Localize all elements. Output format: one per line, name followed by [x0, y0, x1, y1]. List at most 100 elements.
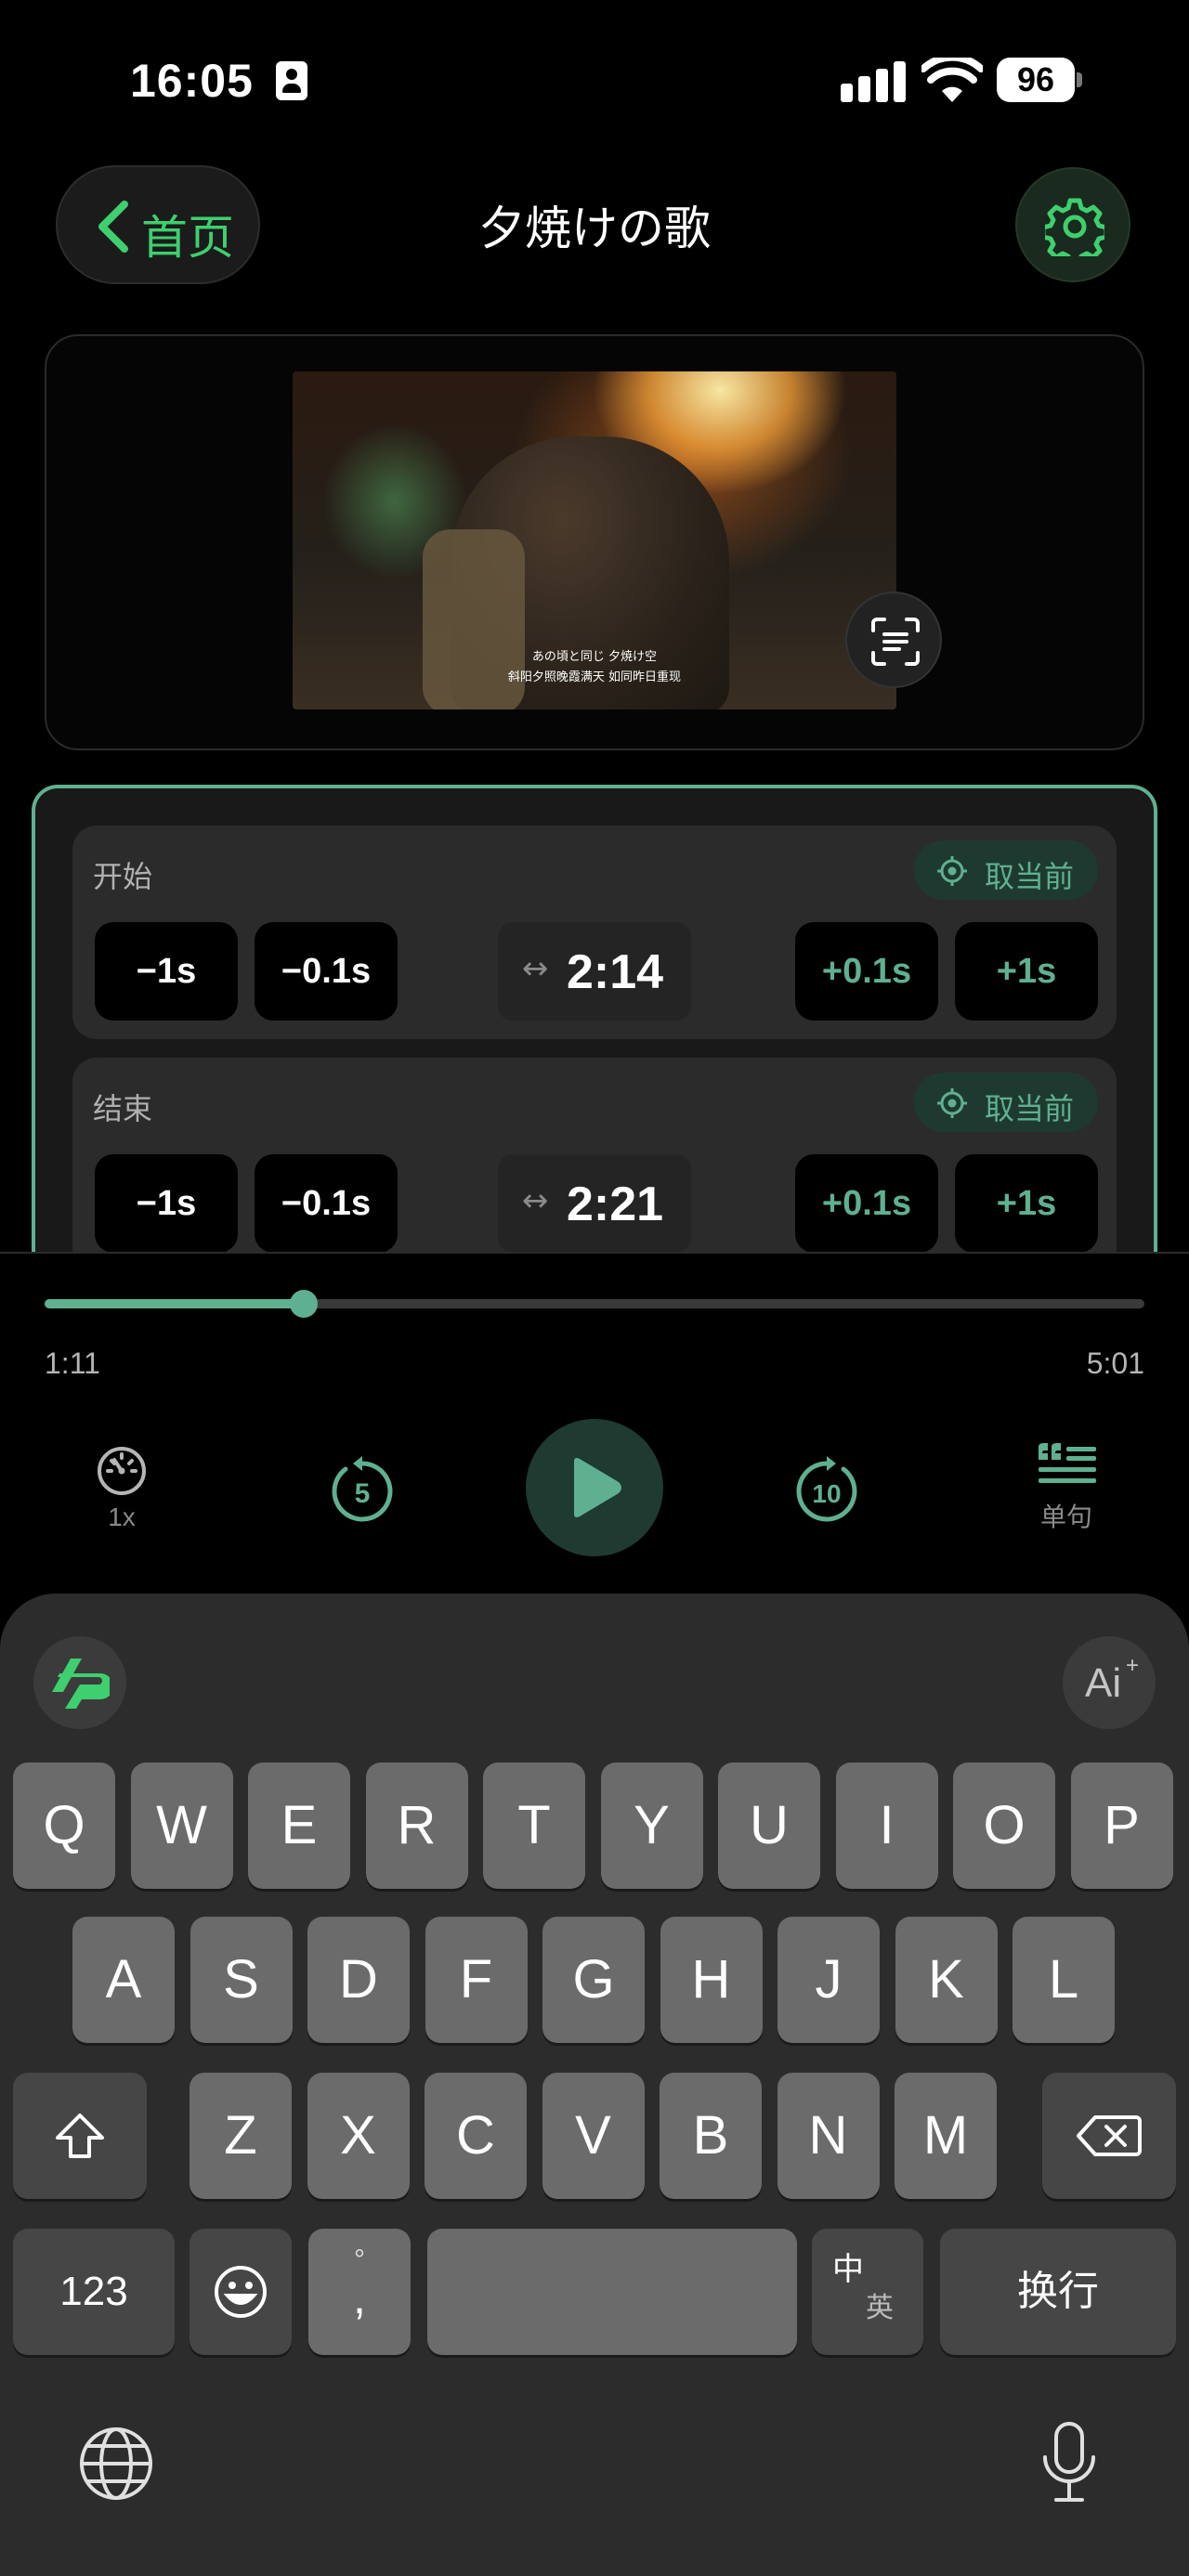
lang-top: 中	[832, 2251, 864, 2288]
key-y[interactable]: Y	[600, 1763, 703, 1889]
end-plus-0.1s-button[interactable]: +0.1s	[795, 1154, 938, 1253]
key-d[interactable]: D	[307, 1917, 410, 2043]
settings-button[interactable]	[1015, 167, 1130, 282]
keyboard-app-logo-button[interactable]	[33, 1636, 126, 1729]
play-icon	[574, 1458, 621, 1517]
rewind-5-icon: 5	[332, 1456, 393, 1522]
backspace-icon	[1077, 2115, 1142, 2156]
key-t[interactable]: T	[483, 1763, 585, 1889]
forward-seconds: 10	[812, 1479, 841, 1508]
key-g[interactable]: G	[542, 1917, 645, 2043]
start-take-current-button[interactable]: 取当前	[914, 840, 1098, 900]
key-a[interactable]: A	[72, 1917, 175, 2043]
contact-card-icon	[276, 61, 307, 100]
backspace-key[interactable]	[1042, 2073, 1176, 2199]
key-s[interactable]: S	[189, 1917, 293, 2043]
start-time-value: 2:14	[567, 945, 664, 999]
globe-icon[interactable]	[78, 2426, 154, 2502]
status-time: 16:05	[130, 55, 254, 107]
page-title: 夕焼けの歌	[478, 202, 711, 255]
key-b[interactable]: B	[660, 2073, 762, 2199]
start-row: 开始 取当前 −1s −0.1s ↔ 2:14 +0.1s +1s	[72, 826, 1117, 1039]
play-button[interactable]	[526, 1419, 663, 1556]
back-button[interactable]: 首页	[56, 165, 260, 284]
app-logo-icon	[52, 1659, 110, 1709]
speed-label: 1x	[108, 1503, 136, 1531]
end-plus-1s-button[interactable]: +1s	[955, 1154, 1098, 1253]
punctuation-key[interactable]: ° ,	[308, 2229, 411, 2355]
video-frame[interactable]: あの頃と同じ 夕焼け空 斜阳夕照晚霞满天 如同昨日重现	[293, 371, 896, 709]
end-minus-1s-button[interactable]: −1s	[95, 1154, 238, 1253]
scan-text-icon	[871, 618, 920, 666]
return-key[interactable]: 换行	[940, 2229, 1176, 2355]
key-n[interactable]: N	[777, 2073, 880, 2199]
start-plus-1s-button[interactable]: +1s	[955, 922, 1098, 1021]
speed-button[interactable]: 1x	[89, 1439, 154, 1542]
key-w[interactable]: W	[130, 1763, 233, 1889]
progress-slider[interactable]	[45, 1290, 1144, 1318]
end-row: 结束 取当前 −1s −0.1s ↔ 2:21 +0.1s +1s	[72, 1058, 1117, 1268]
key-v[interactable]: V	[542, 2073, 645, 2199]
drag-arrows-icon: ↔	[522, 1182, 549, 1219]
scan-text-button[interactable]	[845, 592, 942, 688]
key-l[interactable]: L	[1013, 1917, 1115, 2043]
key-p[interactable]: P	[1070, 1763, 1173, 1889]
key-q[interactable]: Q	[13, 1763, 115, 1889]
key-j[interactable]: J	[777, 1917, 880, 2043]
lang-bottom: 英	[866, 2292, 894, 2324]
take-current-label: 取当前	[985, 1091, 1075, 1126]
key-c[interactable]: C	[425, 2073, 527, 2199]
end-time-value: 2:21	[567, 1177, 664, 1231]
battery-icon: 96	[997, 58, 1082, 102]
signal-icon	[841, 61, 906, 102]
key-m[interactable]: M	[895, 2073, 997, 2199]
key-o[interactable]: O	[953, 1763, 1055, 1889]
numbers-key[interactable]: 123	[13, 2229, 175, 2355]
start-minus-1s-button[interactable]: −1s	[95, 922, 238, 1021]
sentence-mode-button[interactable]: 单句	[1037, 1443, 1096, 1545]
space-key[interactable]	[427, 2229, 797, 2355]
drag-arrows-icon: ↔	[522, 950, 549, 987]
start-plus-0.1s-button[interactable]: +0.1s	[795, 922, 938, 1021]
current-time: 1:11	[45, 1347, 100, 1380]
end-label: 结束	[93, 1091, 153, 1126]
speedometer-icon	[98, 1447, 146, 1495]
total-time: 5:01	[1086, 1347, 1144, 1380]
keyboard-ai-button[interactable]: Ai +	[1063, 1636, 1156, 1729]
shift-key[interactable]	[13, 2073, 147, 2199]
back-label: 首页	[141, 211, 234, 265]
key-k[interactable]: K	[895, 1917, 998, 2043]
rewind-5-button[interactable]: 5	[327, 1456, 398, 1527]
punct-bottom: ,	[353, 2271, 366, 2323]
key-e[interactable]: E	[248, 1763, 350, 1889]
key-i[interactable]: I	[835, 1763, 938, 1889]
video-subtitle-chinese: 斜阳夕照晚霞满天 如同昨日重现	[507, 670, 682, 684]
key-u[interactable]: U	[718, 1763, 820, 1889]
language-switch-key[interactable]: 中 英	[812, 2229, 923, 2355]
key-r[interactable]: R	[365, 1763, 468, 1889]
shift-icon	[56, 2114, 104, 2158]
rewind-seconds: 5	[355, 1478, 371, 1509]
emoji-key[interactable]	[189, 2229, 292, 2355]
forward-10-button[interactable]: 10	[791, 1456, 862, 1527]
chevron-left-icon	[98, 201, 128, 253]
crosshair-icon	[937, 1088, 967, 1118]
end-minus-0.1s-button[interactable]: −0.1s	[255, 1154, 398, 1253]
key-f[interactable]: F	[425, 1917, 528, 2043]
battery-level: 96	[997, 58, 1075, 102]
video-subtitle-japanese: あの頃と同じ 夕焼け空	[531, 650, 658, 664]
sentence-icon	[1039, 1443, 1096, 1483]
forward-10-icon: 10	[796, 1456, 857, 1522]
key-x[interactable]: X	[307, 2073, 410, 2199]
progress-fill	[45, 1299, 305, 1308]
end-take-current-button[interactable]: 取当前	[914, 1073, 1098, 1132]
start-time-display[interactable]: ↔ 2:14	[498, 922, 691, 1021]
ai-label: Ai	[1085, 1660, 1122, 1706]
microphone-icon[interactable]	[1040, 2420, 1098, 2504]
end-time-display[interactable]: ↔ 2:21	[498, 1154, 691, 1253]
key-h[interactable]: H	[660, 1917, 763, 2043]
key-z[interactable]: Z	[189, 2073, 292, 2199]
start-minus-0.1s-button[interactable]: −0.1s	[255, 922, 398, 1021]
status-bar: 16:05 96	[0, 0, 1189, 158]
range-editor-panel: 开始 取当前 −1s −0.1s ↔ 2:14 +0.1s +1s 结束 取当前…	[32, 785, 1157, 1268]
